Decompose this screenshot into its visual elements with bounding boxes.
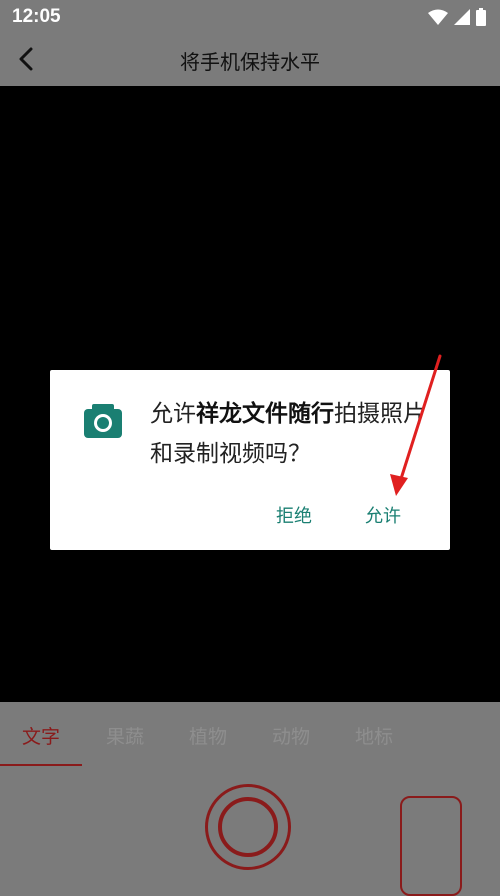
mode-tabs: 文字 果蔬 植物 动物 地标 bbox=[0, 702, 500, 767]
allow-button[interactable]: 允许 bbox=[365, 502, 401, 528]
tab-plants[interactable]: 植物 bbox=[189, 722, 227, 749]
message-prefix: 允许 bbox=[150, 401, 196, 427]
shutter-button[interactable] bbox=[205, 784, 291, 870]
wifi-icon bbox=[428, 9, 448, 25]
camera-controls bbox=[0, 766, 500, 896]
status-bar: 12:05 bbox=[0, 0, 500, 34]
header-bar: 将手机保持水平 bbox=[0, 34, 500, 86]
tab-animals[interactable]: 动物 bbox=[272, 722, 310, 749]
gallery-button[interactable] bbox=[400, 796, 462, 896]
tab-text[interactable]: 文字 bbox=[22, 722, 60, 749]
status-icons bbox=[428, 8, 486, 26]
battery-icon bbox=[476, 8, 486, 26]
permission-message: 允许祥龙文件随行拍摄照片和录制视频吗？ bbox=[150, 394, 440, 474]
tab-fruits-vegetables[interactable]: 果蔬 bbox=[106, 722, 144, 749]
deny-button[interactable]: 拒绝 bbox=[276, 502, 312, 528]
app-name: 祥龙文件随行 bbox=[196, 401, 334, 427]
camera-icon bbox=[84, 404, 122, 438]
signal-icon bbox=[454, 9, 470, 25]
tab-landmarks[interactable]: 地标 bbox=[355, 722, 393, 749]
page-title: 将手机保持水平 bbox=[180, 50, 320, 74]
permission-dialog: 允许祥龙文件随行拍摄照片和录制视频吗？ 拒绝 允许 bbox=[50, 370, 450, 550]
shutter-inner-ring bbox=[218, 797, 278, 857]
status-time: 12:05 bbox=[12, 6, 61, 27]
